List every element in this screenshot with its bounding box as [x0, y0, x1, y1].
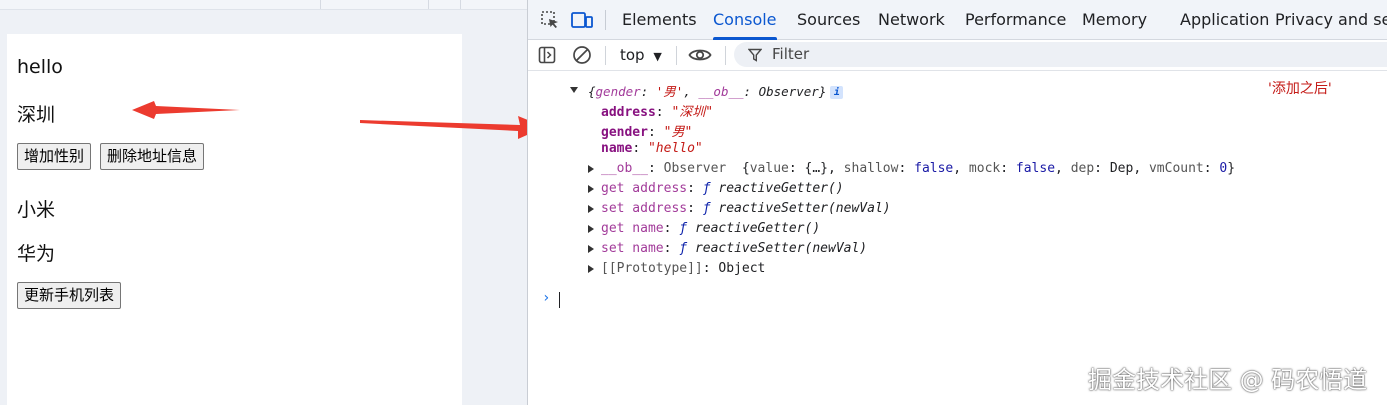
accessor-row[interactable]: get address: ƒ reactiveGetter(): [601, 181, 844, 196]
property-row: name: "hello": [601, 141, 703, 156]
info-icon[interactable]: i: [830, 86, 844, 99]
phone-item: 华为: [17, 243, 56, 265]
accessor-row[interactable]: set name: ƒ reactiveSetter(newVal): [601, 241, 867, 256]
tabbar-divider: [605, 10, 606, 30]
expand-toggle-icon[interactable]: [570, 87, 578, 93]
context-value: top: [620, 46, 645, 64]
log-label: '添加之后': [1268, 81, 1332, 97]
toolbar-divider: [676, 46, 677, 65]
console-input-caret[interactable]: [559, 292, 560, 308]
console-toolbar: top ▼ Filter: [528, 40, 1387, 71]
message-text: hello: [17, 56, 63, 78]
accessor-row[interactable]: get name: ƒ reactiveGetter(): [601, 221, 820, 236]
prototype-row[interactable]: [[Prototype]]: Object: [601, 261, 765, 276]
browser-top-strip: [0, 0, 527, 10]
strip-divider: [320, 0, 321, 9]
tab-sources[interactable]: Sources: [797, 0, 860, 39]
toolbar-divider: [605, 46, 606, 65]
app-root: hello 深圳 增加性别 删除地址信息 小米 华为 更新手机列表: [7, 34, 462, 405]
tab-privacy-and-security[interactable]: Privacy and secu: [1275, 0, 1387, 39]
property-row: gender: "男": [601, 125, 693, 140]
devtools-tabbar: Elements Console Sources Network Perform…: [528, 0, 1387, 40]
update-phones-button[interactable]: 更新手机列表: [17, 282, 122, 309]
expand-toggle-icon[interactable]: [588, 185, 594, 193]
strip-divider: [428, 0, 429, 9]
expand-toggle-icon[interactable]: [588, 165, 594, 173]
tab-elements[interactable]: Elements: [622, 0, 697, 39]
delete-address-button[interactable]: 删除地址信息: [100, 143, 205, 170]
chevron-down-icon: ▼: [653, 50, 662, 63]
expand-toggle-icon[interactable]: [588, 265, 594, 273]
expand-toggle-icon[interactable]: [588, 205, 594, 213]
watermark-text: 掘金技术社区 @ 码农悟道: [1088, 366, 1368, 394]
clear-console-icon[interactable]: [570, 43, 594, 67]
object-preview[interactable]: {gender: '男', __ob__: Observer} i: [588, 81, 844, 100]
sidebar-toggle-icon[interactable]: [535, 43, 559, 67]
console-prompt-icon: ›: [542, 290, 551, 306]
filter-icon: [747, 47, 763, 66]
page-viewport: hello 深圳 增加性别 删除地址信息 小米 华为 更新手机列表: [0, 0, 527, 405]
context-selector[interactable]: top ▼: [620, 44, 662, 66]
tab-console[interactable]: Console: [713, 0, 777, 40]
ob-row[interactable]: __ob__: Observer {value: {…}, shallow: f…: [601, 161, 1235, 176]
strip-divider: [460, 0, 461, 9]
tab-application[interactable]: Application: [1180, 0, 1269, 39]
expand-toggle-icon[interactable]: [588, 245, 594, 253]
address-text: 深圳: [17, 104, 56, 126]
inspect-element-icon[interactable]: [538, 8, 562, 32]
accessor-row[interactable]: set address: ƒ reactiveSetter(newVal): [601, 201, 891, 216]
tab-memory[interactable]: Memory: [1082, 0, 1147, 39]
annotation-arrow-right: [360, 116, 545, 139]
device-toolbar-icon[interactable]: [570, 8, 594, 32]
property-row: address: "深圳": [601, 105, 714, 120]
filter-input[interactable]: Filter: [734, 42, 1387, 67]
expand-toggle-icon[interactable]: [588, 225, 594, 233]
tab-network[interactable]: Network: [878, 0, 945, 39]
annotation-arrow-left: [132, 101, 240, 119]
add-gender-button[interactable]: 增加性别: [17, 143, 92, 170]
phone-item: 小米: [17, 199, 56, 221]
devtools-panel: Elements Console Sources Network Perform…: [527, 0, 1387, 405]
toolbar-divider: [725, 46, 726, 65]
filter-placeholder: Filter: [772, 45, 810, 63]
tab-performance[interactable]: Performance: [965, 0, 1066, 39]
console-output: '添加之后' {gender: '男', __ob__: Observer} i …: [528, 71, 1387, 405]
eye-icon[interactable]: [688, 43, 712, 67]
